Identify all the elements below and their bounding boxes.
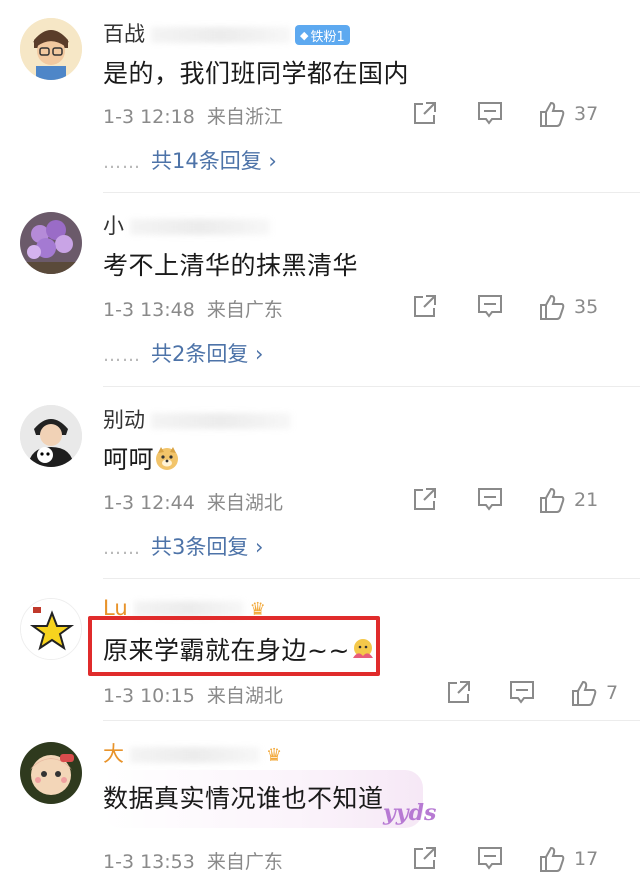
avatar[interactable] bbox=[20, 405, 82, 467]
comment-icon bbox=[478, 295, 502, 318]
comment-button[interactable] bbox=[476, 845, 504, 871]
avatar[interactable] bbox=[20, 18, 82, 80]
doge-emoji-icon bbox=[154, 445, 180, 477]
share-button[interactable] bbox=[446, 679, 472, 705]
comment-button[interactable] bbox=[508, 679, 536, 705]
comment-icon bbox=[478, 102, 502, 125]
like-button[interactable]: 35 bbox=[538, 293, 598, 321]
share-button[interactable] bbox=[412, 100, 438, 126]
comment-meta: 1-3 12:44 来自湖北 bbox=[103, 492, 283, 514]
share-icon bbox=[448, 681, 470, 703]
crown-icon: ♛ bbox=[266, 744, 283, 766]
avatar[interactable] bbox=[20, 742, 82, 804]
avatar[interactable] bbox=[20, 598, 82, 660]
share-icon bbox=[414, 295, 436, 317]
like-count: 7 bbox=[606, 682, 619, 704]
comment-actions: 17 bbox=[410, 845, 640, 875]
like-icon bbox=[540, 101, 565, 127]
divider bbox=[103, 578, 640, 579]
user-name[interactable]: 别动 bbox=[103, 404, 291, 434]
like-count: 21 bbox=[574, 489, 599, 511]
user-name[interactable]: 百战 ◆ 铁粉1 bbox=[103, 18, 350, 48]
share-icon bbox=[414, 102, 436, 124]
comment-actions: 21 bbox=[410, 486, 640, 516]
like-icon bbox=[540, 294, 565, 320]
view-replies-link[interactable]: …… 共3条回复 › bbox=[103, 531, 263, 561]
divider bbox=[103, 720, 640, 721]
yyds-sticker: yyds bbox=[383, 800, 437, 826]
like-count: 35 bbox=[574, 296, 599, 318]
comment-meta: 1-3 12:18 来自浙江 bbox=[103, 106, 283, 128]
comment-icon bbox=[478, 488, 502, 511]
like-button[interactable]: 7 bbox=[570, 679, 618, 707]
fan-badge: ◆ 铁粉1 bbox=[295, 25, 350, 45]
comment-button[interactable] bbox=[476, 293, 504, 319]
like-icon bbox=[540, 846, 565, 872]
comment-text: 数据真实情况谁也不知道 bbox=[103, 784, 384, 813]
view-replies-link[interactable]: …… 共2条回复 › bbox=[103, 338, 263, 368]
comment-actions: 7 bbox=[444, 679, 640, 709]
comment-icon bbox=[478, 847, 502, 870]
highlight-box bbox=[88, 616, 380, 676]
comment-actions: 35 bbox=[410, 293, 640, 323]
user-name[interactable]: 大 ♛ bbox=[103, 738, 282, 768]
comment-actions: 37 bbox=[410, 100, 640, 130]
avatar[interactable] bbox=[20, 212, 82, 274]
like-button[interactable]: 37 bbox=[538, 100, 598, 128]
comment-meta: 1-3 10:15 来自湖北 bbox=[103, 685, 283, 707]
like-button[interactable]: 21 bbox=[538, 486, 598, 514]
comment-button[interactable] bbox=[476, 486, 504, 512]
share-button[interactable] bbox=[412, 486, 438, 512]
user-name[interactable]: 小 bbox=[103, 210, 270, 240]
view-replies-link[interactable]: …… 共14条回复 › bbox=[103, 145, 277, 175]
like-count: 17 bbox=[574, 848, 599, 870]
comment-icon bbox=[510, 681, 534, 704]
comment-meta: 1-3 13:48 来自广东 bbox=[103, 299, 283, 321]
share-icon bbox=[414, 847, 436, 869]
like-count: 37 bbox=[574, 103, 599, 125]
share-icon bbox=[414, 488, 436, 510]
diamond-icon: ◆ bbox=[300, 28, 309, 42]
like-icon bbox=[540, 487, 565, 513]
comment-text: 是的，我们班同学都在国内 bbox=[103, 59, 410, 88]
divider bbox=[103, 386, 640, 387]
comment-text: 考不上清华的抹黑清华 bbox=[103, 251, 359, 280]
divider bbox=[103, 192, 640, 193]
comment-button[interactable] bbox=[476, 100, 504, 126]
like-icon bbox=[572, 680, 597, 706]
share-button[interactable] bbox=[412, 293, 438, 319]
comment-text: 呵呵 bbox=[103, 440, 180, 477]
like-button[interactable]: 17 bbox=[538, 845, 598, 873]
share-button[interactable] bbox=[412, 845, 438, 871]
comment-meta: 1-3 13:53 来自广东 bbox=[103, 851, 283, 873]
